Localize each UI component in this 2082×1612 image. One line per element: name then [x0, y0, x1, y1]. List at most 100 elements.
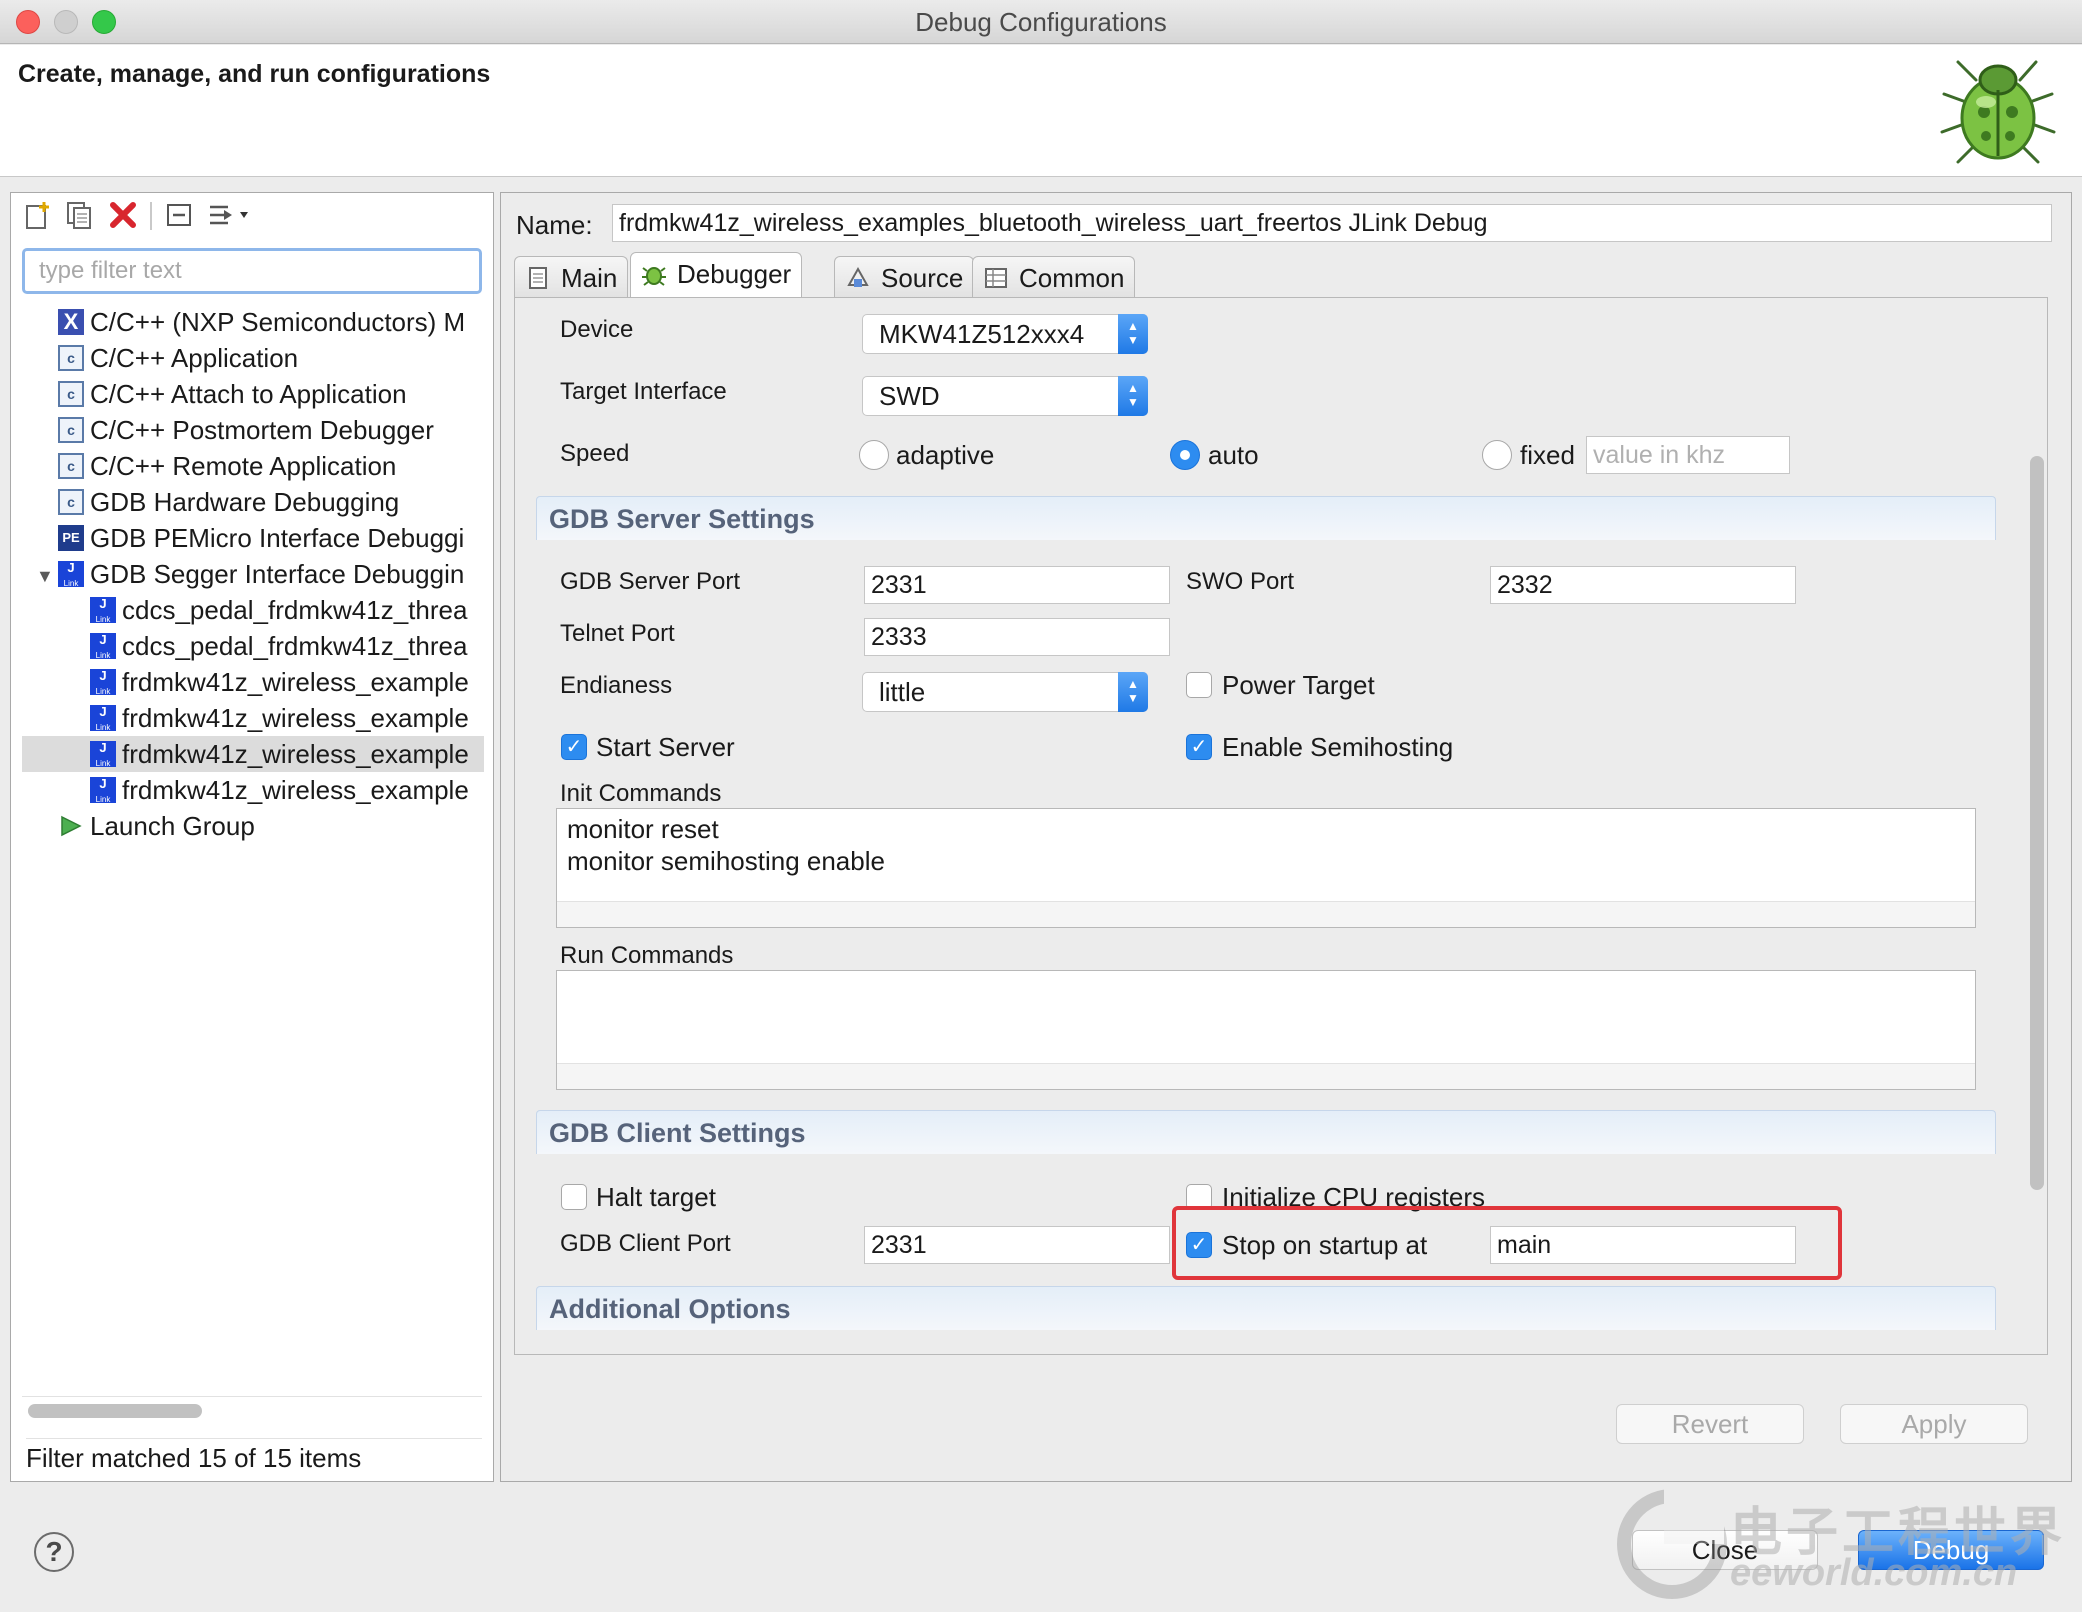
speed-auto-label: auto — [1208, 440, 1259, 470]
chevron-updown-icon: ▲ ▼ — [1118, 672, 1148, 712]
window-title: Debug Configurations — [915, 7, 1167, 37]
stop-on-startup-checkbox[interactable]: ✓ — [1186, 1232, 1212, 1258]
init-commands-scrollbar[interactable] — [557, 901, 1975, 927]
tree-item-label: frdmkw41z_wireless_example — [122, 703, 469, 733]
name-label: Name: — [516, 210, 593, 240]
speed-fixed-label: fixed — [1520, 440, 1575, 470]
bug-icon — [642, 267, 666, 286]
speed-auto-radio[interactable] — [1170, 440, 1200, 470]
enable-semihosting-checkbox[interactable]: ✓ — [1186, 734, 1212, 760]
filter-menu-icon[interactable] — [204, 198, 256, 232]
speed-fixed-radio[interactable] — [1482, 440, 1512, 470]
tree-item-label: C/C++ Attach to Application — [90, 379, 407, 409]
start-server-label: Start Server — [596, 732, 735, 762]
gdb-client-port-label: GDB Client Port — [560, 1230, 731, 1257]
device-select[interactable]: MKW41Z512xxx4 ▲ ▼ — [862, 314, 1148, 354]
swo-port-label: SWO Port — [1186, 568, 1295, 595]
tree-item[interactable]: J Link frdmkw41z_wireless_example — [22, 772, 484, 808]
tree-item[interactable]: PE GDB PEMicro Interface Debuggi — [22, 520, 484, 556]
endianess-label: Endianess — [560, 672, 673, 699]
tree-item[interactable]: c C/C++ Application — [22, 340, 484, 376]
tree-item-label: GDB Segger Interface Debuggin — [90, 559, 465, 589]
revert-button[interactable]: Revert — [1616, 1404, 1804, 1444]
gdb-server-port-label: GDB Server Port — [560, 568, 741, 595]
halt-target-label: Halt target — [596, 1182, 716, 1212]
tree-item[interactable]: c C/C++ Postmortem Debugger — [22, 412, 484, 448]
run-commands-scrollbar[interactable] — [557, 1063, 1975, 1089]
tab-debugger[interactable]: Debugger — [630, 252, 803, 298]
watermark-url: eeworld.com.cn — [1730, 1552, 2018, 1594]
tree-item[interactable]: J Link cdcs_pedal_frdmkw41z_threa — [22, 628, 484, 664]
tree-scroll-thumb[interactable] — [28, 1404, 202, 1418]
target-interface-select[interactable]: SWD ▲ ▼ — [862, 376, 1148, 416]
telnet-port-input[interactable]: 2333 — [864, 618, 1170, 656]
c-app-icon: c — [58, 489, 84, 515]
c-app-icon: c — [58, 345, 84, 371]
apply-button[interactable]: Apply — [1840, 1404, 2028, 1444]
help-icon[interactable]: ? — [34, 1532, 74, 1572]
endianess-select[interactable]: little ▲ ▼ — [862, 672, 1148, 712]
tree-item[interactable]: c C/C++ Remote Application — [22, 448, 484, 484]
stop-on-startup-symbol-input[interactable]: main — [1490, 1226, 1796, 1264]
tab-common[interactable]: Common — [972, 256, 1136, 298]
run-commands-label: Run Commands — [560, 942, 734, 969]
tab-source-label: Source — [881, 263, 964, 293]
tree-item[interactable]: J Link frdmkw41z_wireless_example — [22, 736, 484, 772]
init-command-line: monitor reset — [567, 814, 719, 844]
expand-arrow-icon[interactable]: ▼ — [36, 558, 54, 592]
enable-semihosting-label: Enable Semihosting — [1222, 732, 1454, 762]
tree-item-label: C/C++ (NXP Semiconductors) M — [90, 307, 466, 337]
c-app-icon: c — [58, 381, 84, 407]
tree-item[interactable]: Launch Group — [22, 808, 484, 844]
tree-item[interactable]: J Link frdmkw41z_wireless_example — [22, 664, 484, 700]
jlink-icon: J Link — [90, 777, 116, 804]
toolbar-separator — [150, 202, 152, 230]
power-target-checkbox[interactable] — [1186, 672, 1212, 698]
halt-target-checkbox[interactable] — [561, 1184, 587, 1210]
jlink-icon: J Link — [58, 561, 84, 588]
tab-main[interactable]: Main — [514, 256, 629, 298]
tab-debugger-label: Debugger — [677, 259, 792, 289]
tab-source[interactable]: Source — [834, 256, 975, 298]
chevron-updown-icon: ▲ ▼ — [1118, 314, 1148, 354]
tree-item-label: Launch Group — [90, 811, 255, 841]
telnet-port-label: Telnet Port — [560, 620, 675, 647]
common-icon — [985, 268, 1007, 288]
jlink-icon: J Link — [90, 741, 116, 768]
jlink-icon: J Link — [90, 669, 116, 696]
jlink-icon: J Link — [90, 705, 116, 732]
power-target-label: Power Target — [1222, 670, 1375, 700]
stop-on-startup-label: Stop on startup at — [1222, 1230, 1428, 1260]
filter-status-text: Filter matched 15 of 15 items — [26, 1438, 482, 1474]
config-name-input[interactable] — [612, 204, 2052, 242]
target-interface-value: SWD — [879, 381, 940, 411]
new-config-icon[interactable] — [20, 198, 54, 232]
tab-content-scroll-thumb[interactable] — [2030, 456, 2044, 1190]
tree-item-label: frdmkw41z_wireless_example — [122, 739, 469, 769]
additional-options-header: Additional Options — [536, 1286, 1996, 1330]
gdb-client-port-input[interactable]: 2331 — [864, 1226, 1170, 1264]
tab-common-label: Common — [1019, 263, 1125, 293]
start-server-checkbox[interactable]: ✓ — [561, 734, 587, 760]
duplicate-config-icon[interactable] — [62, 198, 96, 232]
debug-bug-icon — [1940, 60, 2056, 164]
tree-item-label: C/C++ Postmortem Debugger — [90, 415, 434, 445]
filter-text-input[interactable] — [22, 248, 482, 294]
jlink-icon: J Link — [90, 633, 116, 660]
swo-port-input[interactable]: 2332 — [1490, 566, 1796, 604]
delete-config-icon[interactable] — [106, 198, 140, 232]
tree-item[interactable]: J Link frdmkw41z_wireless_example — [22, 700, 484, 736]
banner-text: Create, manage, and run configurations — [18, 60, 491, 88]
gdb-server-port-input[interactable]: 2331 — [864, 566, 1170, 604]
collapse-all-icon[interactable] — [162, 198, 196, 232]
tree-item[interactable]: c GDB Hardware Debugging — [22, 484, 484, 520]
tree-item[interactable]: J Link cdcs_pedal_frdmkw41z_threa — [22, 592, 484, 628]
tree-item[interactable]: c C/C++ Attach to Application — [22, 376, 484, 412]
nxp-x-icon: X — [58, 309, 84, 335]
tree-item[interactable]: ▼ J Link GDB Segger Interface Debuggin — [22, 556, 484, 592]
tree-item[interactable]: X C/C++ (NXP Semiconductors) M — [22, 304, 484, 340]
endianess-value: little — [879, 677, 926, 707]
speed-adaptive-radio[interactable] — [859, 440, 889, 470]
speed-khz-input[interactable]: value in khz — [1586, 436, 1790, 474]
tree-item-label: cdcs_pedal_frdmkw41z_threa — [122, 631, 468, 661]
